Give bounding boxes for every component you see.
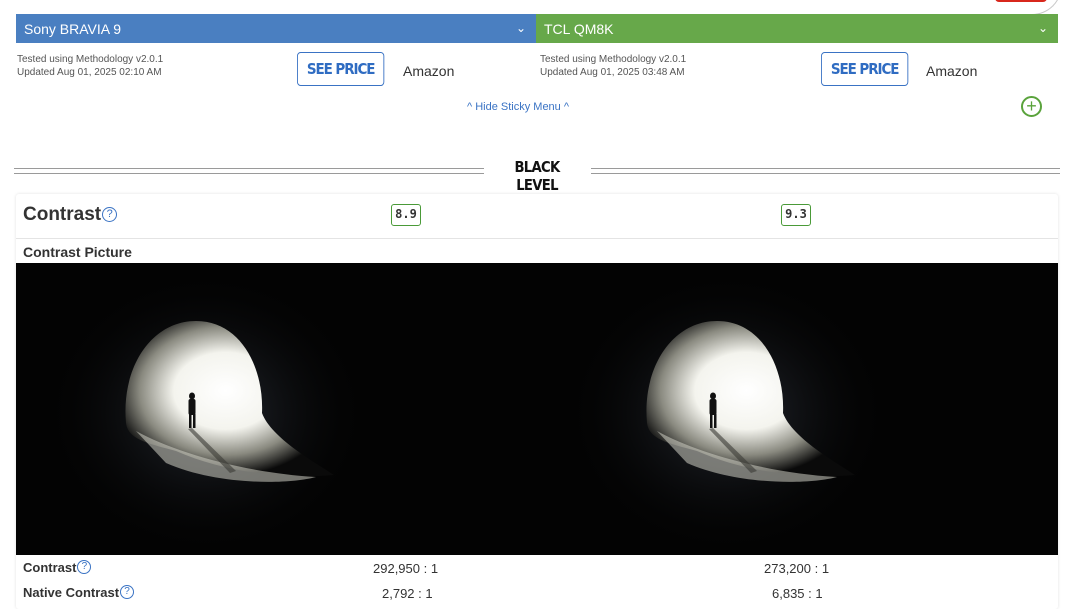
- product-select-2[interactable]: TCL QM8K ⌄: [536, 14, 1058, 43]
- contrast-picture-label: Contrast Picture: [23, 244, 132, 260]
- score-badge-1: 8.9: [391, 204, 421, 226]
- question-circle-icon[interactable]: ?: [102, 207, 118, 222]
- contrast-title: Contrast: [23, 204, 102, 225]
- contrast-heading: Contrast?: [23, 204, 118, 226]
- score-badge-2: 9.3: [781, 204, 811, 226]
- top-edge: [0, 0, 1080, 15]
- native-contrast-value-2: 6,835 : 1: [772, 586, 823, 601]
- contrast-picture: [16, 263, 1058, 555]
- updated-text-2: Updated Aug 01, 2025 03:48 AM: [540, 67, 685, 78]
- section-rule-right: [591, 168, 1060, 174]
- see-price-button-2[interactable]: SEE PRICE: [821, 52, 909, 86]
- see-price-button-1[interactable]: SEE PRICE: [297, 52, 385, 86]
- section-rule-left: [14, 168, 484, 174]
- section-title: BLACK LEVEL: [514, 158, 560, 194]
- store-link-1[interactable]: Amazon: [403, 63, 454, 79]
- top-red-button[interactable]: [995, 0, 1047, 2]
- updated-text-1: Updated Aug 01, 2025 02:10 AM: [17, 67, 162, 78]
- contrast-card: Contrast? 8.9 9.3 Contrast Picture Contr…: [16, 194, 1058, 609]
- product-meta-2: Tested using Methodology v2.0.1 Updated …: [540, 53, 686, 79]
- contrast-picture-2: [537, 263, 1058, 555]
- hide-sticky-menu-link[interactable]: ^ Hide Sticky Menu ^: [0, 101, 1036, 113]
- product-meta-1: Tested using Methodology v2.0.1 Updated …: [17, 53, 163, 79]
- native-contrast-row-label: Native Contrast?: [23, 585, 135, 600]
- product-name-1: Sony BRAVIA 9: [24, 20, 122, 37]
- contrast-picture-1: [16, 263, 537, 555]
- contrast-row-label-text: Contrast: [23, 560, 77, 575]
- product-select-1[interactable]: Sony BRAVIA 9 ⌄: [16, 14, 536, 43]
- native-contrast-row-label-text: Native Contrast: [23, 585, 120, 600]
- contrast-row-label: Contrast?: [23, 560, 92, 575]
- contrast-value-1: 292,950 : 1: [373, 561, 439, 576]
- plus-circle-icon[interactable]: +: [1021, 96, 1042, 117]
- contrast-value-2: 273,200 : 1: [764, 561, 830, 576]
- methodology-text-2: Tested using Methodology v2.0.1: [540, 54, 687, 65]
- question-circle-icon[interactable]: ?: [120, 585, 135, 599]
- question-circle-icon[interactable]: ?: [77, 560, 92, 574]
- product-name-2: TCL QM8K: [544, 20, 614, 37]
- divider: [16, 238, 1058, 239]
- methodology-text-1: Tested using Methodology v2.0.1: [17, 54, 164, 65]
- store-link-2[interactable]: Amazon: [926, 63, 977, 79]
- chevron-down-icon: ⌄: [515, 21, 526, 35]
- native-contrast-value-1: 2,792 : 1: [382, 586, 433, 601]
- top-curve-decoration: [1021, 0, 1062, 15]
- chevron-down-icon: ⌄: [1037, 21, 1048, 35]
